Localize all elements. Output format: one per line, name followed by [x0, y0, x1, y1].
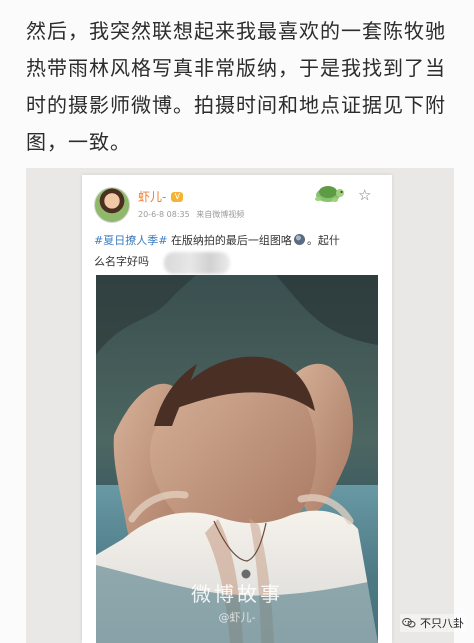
post-caption: 在版纳拍的最后一组图咯	[170, 234, 292, 247]
globe-emoji-icon	[293, 234, 305, 245]
username[interactable]: 虾儿-	[138, 188, 166, 205]
post-hashtag[interactable]: #夏日撩人季#	[94, 234, 167, 247]
article-line-1: 然后，我突然联想起来我最喜欢的一套陈牧驰	[26, 19, 446, 43]
account-badge: 不只八卦	[400, 614, 466, 632]
article-line-2: 热带雨林风格写真非常版纳，于是我找到了当	[26, 56, 446, 80]
post-photo[interactable]: 微博故事 @虾儿-	[96, 275, 378, 643]
weibo-post-card: 虾儿- V 20-6-8 08:35 来自微博视频 ☆ #夏日撩人季# 在版纳拍…	[82, 175, 392, 643]
article-line-4: 图，一致。	[26, 130, 131, 154]
blurred-redaction	[164, 252, 230, 274]
post-caption-end: 。起什	[306, 234, 340, 247]
account-name: 不只八卦	[420, 617, 464, 630]
post-meta: 20-6-8 08:35 来自微博视频	[138, 209, 244, 220]
watermark-title: 微博故事	[191, 582, 283, 606]
post-date: 20-6-8 08:35	[138, 210, 190, 219]
post-caption-line-2: 么名字好吗	[94, 255, 149, 268]
favorite-star-icon[interactable]: ☆	[358, 188, 371, 203]
article-line-3: 时的摄影师微博。拍摄时间和地点证据见下附	[26, 93, 446, 117]
watermark-handle: @虾儿-	[218, 611, 256, 624]
post-text: #夏日撩人季# 在版纳拍的最后一组图咯 。起什 么名字好吗	[94, 230, 380, 272]
turtle-sticker-icon	[315, 186, 344, 202]
article-body: 然后，我突然联想起来我最喜欢的一套陈牧驰 热带雨林风格写真非常版纳，于是我找到了…	[26, 13, 454, 161]
avatar-icon[interactable]	[94, 187, 130, 223]
vip-badge-icon: V	[171, 191, 184, 202]
username-row: 虾儿- V	[138, 188, 184, 205]
post-source: 来自微博视频	[196, 210, 245, 219]
wechat-icon	[402, 618, 416, 628]
